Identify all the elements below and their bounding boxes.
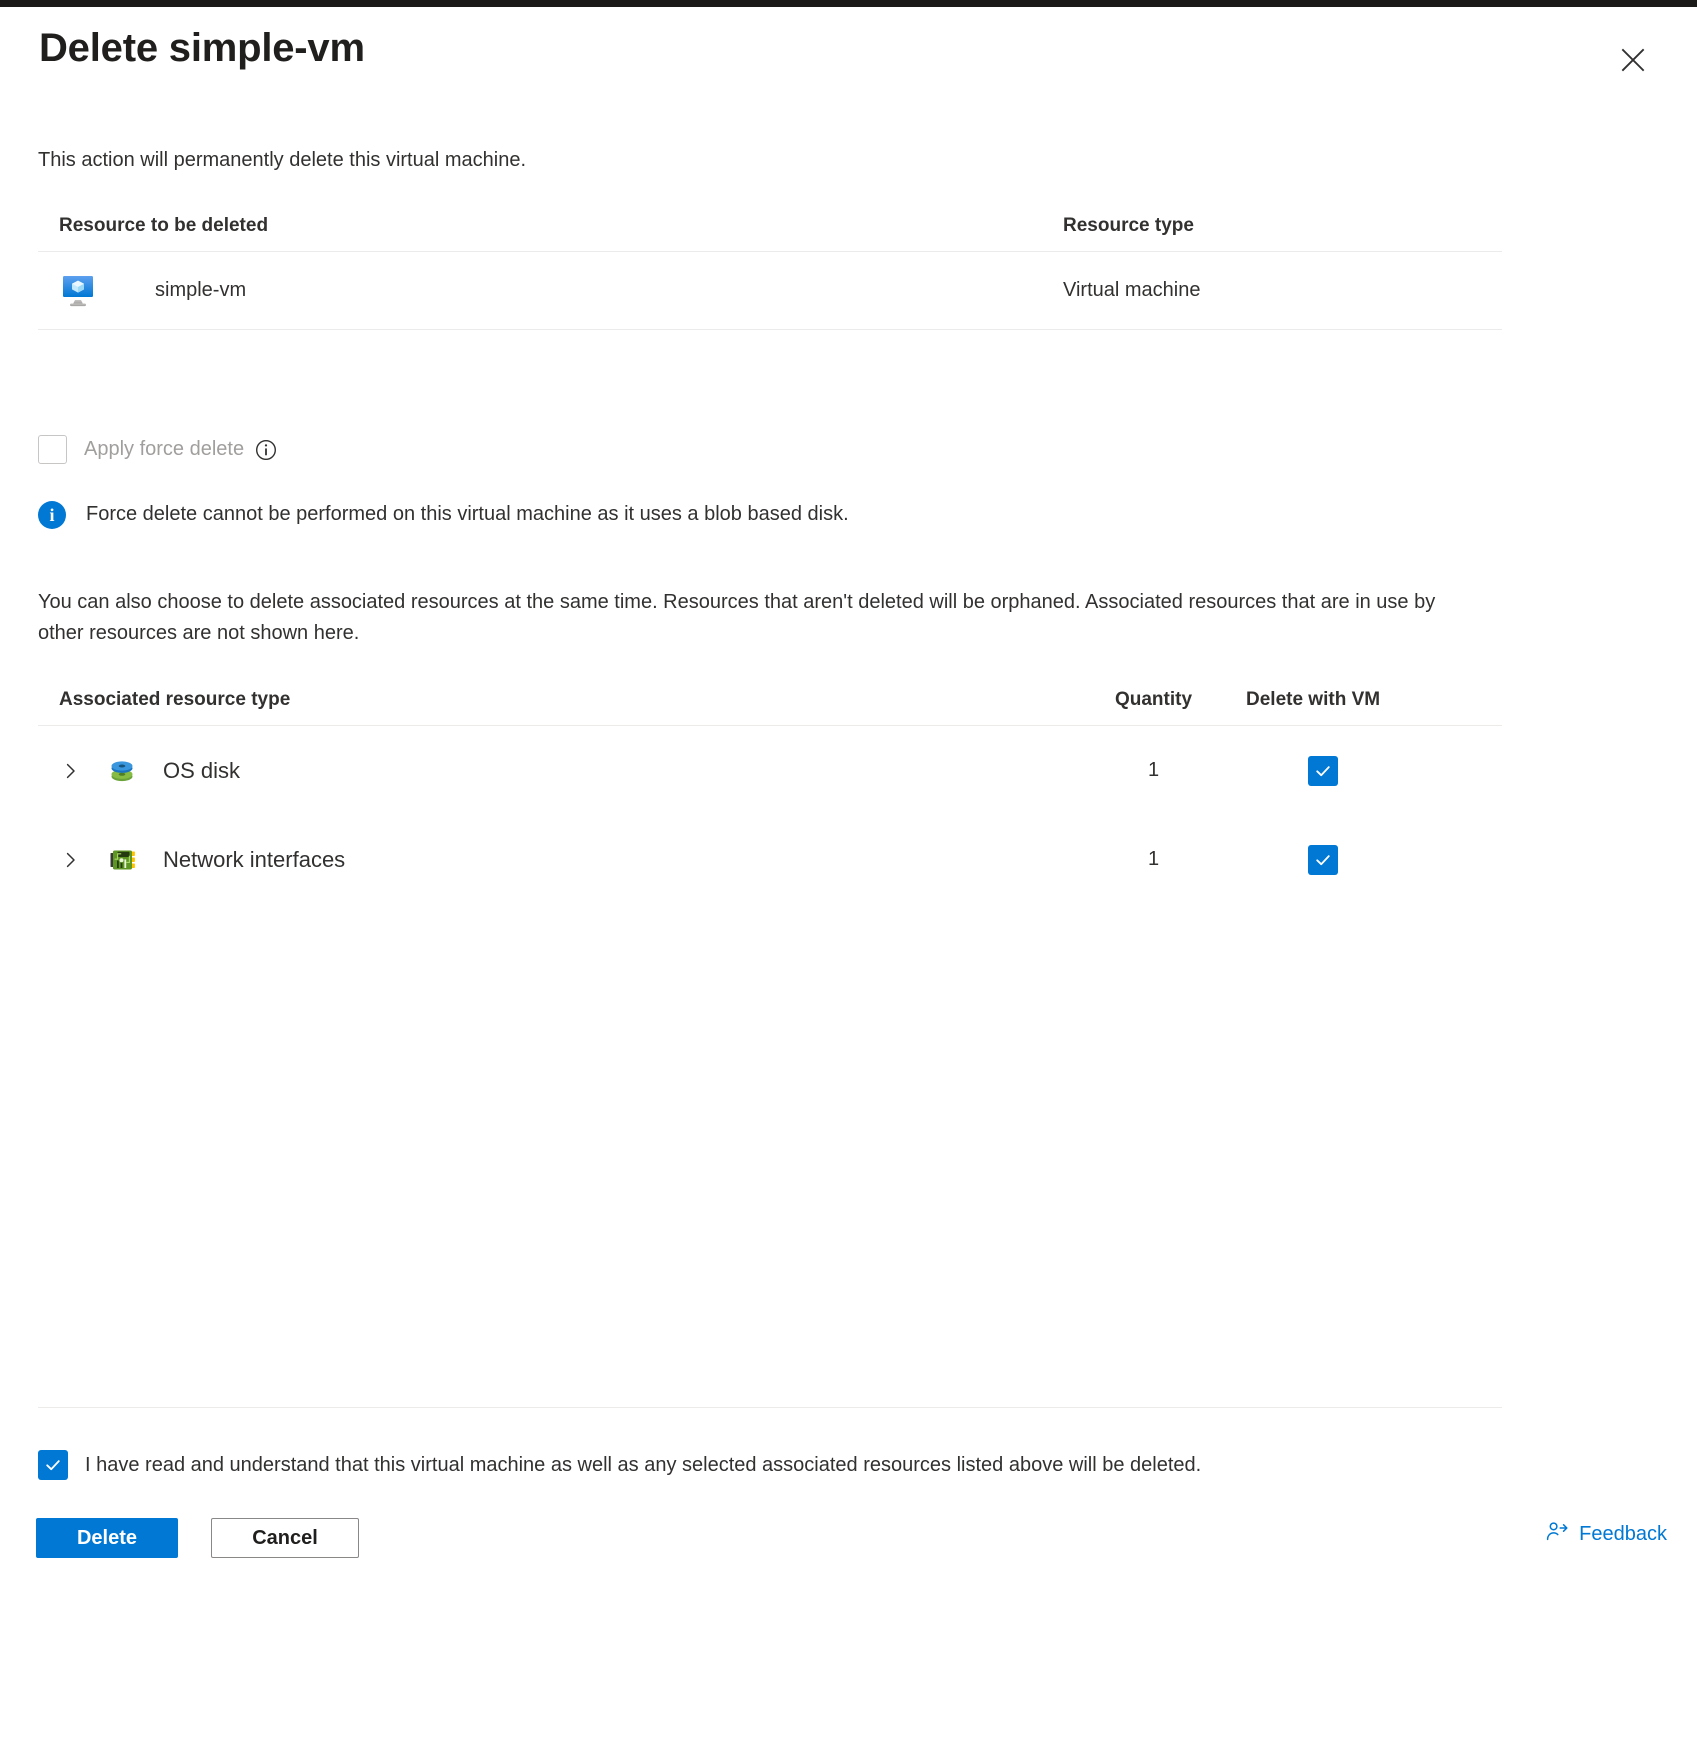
feedback-label: Feedback xyxy=(1579,1523,1667,1545)
intro-text: This action will permanently delete this… xyxy=(38,149,526,171)
chevron-right-icon[interactable] xyxy=(59,759,83,783)
resource-name-cell: simple-vm xyxy=(38,272,1063,310)
page-title: Delete simple-vm xyxy=(39,26,365,70)
associated-resources-description: You can also choose to delete associated… xyxy=(38,591,1436,644)
virtual-machine-icon xyxy=(59,272,97,310)
table-row: OS disk 1 xyxy=(38,726,1502,815)
info-filled-icon: i xyxy=(38,501,66,529)
force-delete-info-text: Force delete cannot be performed on this… xyxy=(86,503,849,525)
associated-quantity: 1 xyxy=(1147,759,1160,781)
window-top-strip xyxy=(0,0,1697,7)
associated-type-cell: OS disk xyxy=(38,753,1061,789)
delete-with-vm-cell xyxy=(1246,755,1426,786)
resource-type-label: Virtual machine xyxy=(1063,279,1201,301)
column-header-quantity: Quantity xyxy=(1114,689,1193,710)
resource-table-header: Resource to be deleted Resource type xyxy=(38,215,1502,252)
associated-type-cell: Network interfaces xyxy=(38,842,1061,878)
associated-type-label: OS disk xyxy=(163,757,241,783)
dialog-header: Delete simple-vm xyxy=(39,20,1659,100)
force-delete-info-message: i Force delete cannot be performed on th… xyxy=(38,499,849,529)
feedback-person-icon xyxy=(1545,1520,1569,1549)
feedback-link[interactable]: Feedback xyxy=(1545,1520,1667,1549)
column-header-associated-type: Associated resource type xyxy=(59,689,291,710)
resource-table: Resource to be deleted Resource type sim… xyxy=(38,215,1502,330)
consent-row: I have read and understand that this vir… xyxy=(38,1450,1201,1480)
consent-label: I have read and understand that this vir… xyxy=(85,1454,1202,1476)
cancel-button[interactable]: Cancel xyxy=(211,1518,359,1558)
delete-with-vm-checkbox[interactable] xyxy=(1308,844,1338,875)
close-icon[interactable] xyxy=(1611,38,1655,82)
apply-force-delete-checkbox xyxy=(38,435,67,464)
column-header-delete-with-vm: Delete with VM xyxy=(1246,689,1381,710)
associated-quantity: 1 xyxy=(1147,848,1160,870)
table-row: simple-vm Virtual machine xyxy=(38,252,1502,330)
column-header-resource-name: Resource to be deleted xyxy=(59,215,269,236)
resource-name-label: simple-vm xyxy=(155,279,247,301)
associated-table-header: Associated resource type Quantity Delete… xyxy=(38,689,1502,726)
force-delete-row: Apply force delete xyxy=(38,435,277,464)
dialog-actions: Delete Cancel xyxy=(36,1518,359,1558)
column-header-resource-type: Resource type xyxy=(1063,215,1194,236)
table-row: Network interfaces 1 xyxy=(38,815,1502,904)
delete-vm-dialog: Delete simple-vm This action will perman… xyxy=(0,7,1697,1747)
chevron-right-icon[interactable] xyxy=(59,848,83,872)
info-circle-outline-icon[interactable] xyxy=(255,439,277,461)
apply-force-delete-label: Apply force delete xyxy=(84,438,245,460)
disk-icon xyxy=(104,753,140,789)
associated-resources-table: Associated resource type Quantity Delete… xyxy=(38,689,1502,904)
network-interface-icon xyxy=(104,842,140,878)
delete-button[interactable]: Delete xyxy=(36,1518,178,1558)
consent-checkbox[interactable] xyxy=(38,1450,68,1480)
associated-type-label: Network interfaces xyxy=(163,846,346,872)
footer-divider xyxy=(38,1407,1502,1408)
delete-with-vm-checkbox[interactable] xyxy=(1308,755,1338,786)
delete-with-vm-cell xyxy=(1246,844,1426,875)
